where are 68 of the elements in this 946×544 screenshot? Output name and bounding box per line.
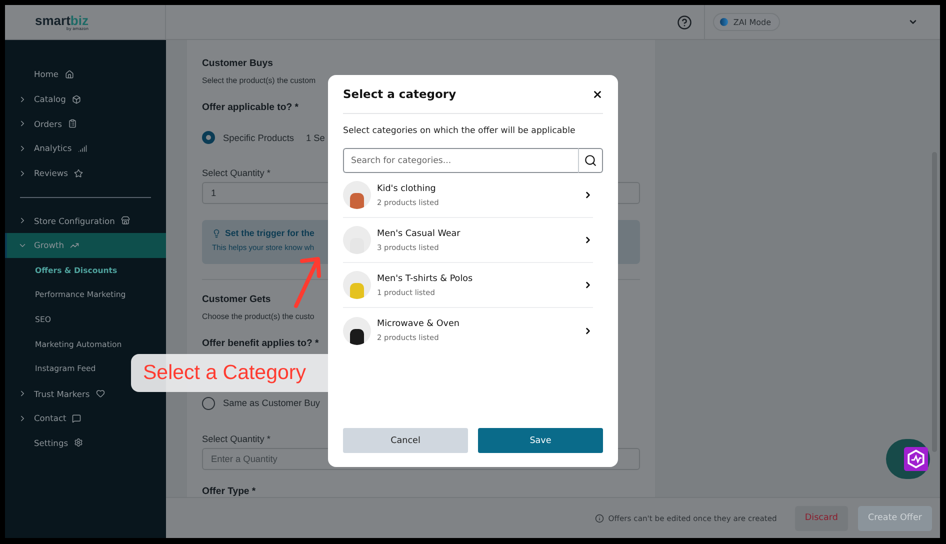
category-name: Kid's clothing xyxy=(377,184,436,194)
dropdown-caret[interactable] xyxy=(908,17,918,27)
radio-label: Same as Customer Buy xyxy=(223,398,320,408)
photo-placeholder xyxy=(343,226,371,254)
arrow xyxy=(292,254,322,310)
category-name: Men's Casual Wear xyxy=(377,228,460,238)
sidebar-item[interactable]: Contact xyxy=(5,406,88,431)
store-icon xyxy=(120,216,130,226)
chevron-right-icon xyxy=(18,94,27,104)
sidebar-item[interactable]: Reviews xyxy=(5,160,89,186)
sidebar-item[interactable]: Store Configuration xyxy=(5,208,136,234)
hexagon-logo-icon xyxy=(904,447,928,471)
chevron-right-icon xyxy=(583,280,593,290)
tip-title: Set the trigger for the xyxy=(225,228,314,238)
sidebar-item[interactable]: Orders xyxy=(5,111,83,136)
radio-button[interactable] xyxy=(202,396,215,410)
clipboard-icon xyxy=(68,119,77,128)
cancel-button[interactable]: Cancel xyxy=(343,428,468,453)
cube-icon xyxy=(72,94,81,104)
section-title: Customer Gets xyxy=(202,294,271,305)
info-icon xyxy=(595,514,604,522)
home-icon xyxy=(64,70,74,79)
category-name: Microwave & Oven xyxy=(377,319,460,329)
chevron-right-icon xyxy=(18,119,27,128)
chevron-right-icon xyxy=(18,389,27,398)
selection-count: 1 Se xyxy=(306,132,325,142)
settings-icon xyxy=(74,438,84,448)
callout-text: Select a Category xyxy=(143,361,306,385)
sidebar-item[interactable]: Growth xyxy=(5,233,166,258)
mode-toggle[interactable]: ZAI Mode xyxy=(713,13,780,31)
radio-label: Specific Products xyxy=(223,132,294,142)
star-icon xyxy=(74,168,83,178)
heart-icon xyxy=(96,389,105,398)
chevron-right-icon xyxy=(18,414,27,423)
photo-placeholder xyxy=(343,316,371,344)
radio-button[interactable] xyxy=(202,131,215,144)
chevron-right-icon xyxy=(583,235,593,245)
field-label: Select Quantity * xyxy=(202,434,270,444)
sidebar-item[interactable]: Trust Markers xyxy=(5,381,111,406)
chat-bubble-icon xyxy=(72,414,82,423)
question-label: Offer benefit applies to? * xyxy=(202,338,319,349)
question-label: Offer applicable to? * xyxy=(202,102,298,113)
bar-chart-icon xyxy=(78,144,87,153)
help-icon[interactable] xyxy=(677,14,692,30)
photo-placeholder xyxy=(343,181,371,209)
search-button[interactable] xyxy=(578,148,603,173)
dialog-subtitle: Select categories on which the offer will be applicable xyxy=(343,126,576,136)
lightbulb-icon xyxy=(212,228,221,238)
chevron-right-icon xyxy=(583,190,593,200)
trend-up-icon xyxy=(70,240,80,250)
sidebar-item[interactable]: Catalog xyxy=(5,86,87,112)
chevron-right-icon xyxy=(18,216,27,226)
chevron-right-icon xyxy=(18,168,27,178)
chevron-right-icon xyxy=(18,144,27,153)
save-button[interactable]: Save xyxy=(478,428,603,453)
chevron-right-icon xyxy=(583,326,593,336)
section-title: Customer Buys xyxy=(202,58,273,69)
field-label: Select Quantity * xyxy=(202,168,270,178)
category-name: Men's T-shirts & Polos xyxy=(377,274,473,284)
search-icon xyxy=(584,154,597,167)
sidebar-item[interactable]: Settings xyxy=(5,430,90,456)
photo-placeholder xyxy=(343,271,371,299)
close-button[interactable] xyxy=(592,88,603,100)
sidebar-item[interactable]: Analytics xyxy=(5,136,93,161)
sidebar-item[interactable]: Home xyxy=(5,62,80,87)
section-title: Offer Type * xyxy=(202,486,256,497)
search-field[interactable]: Search for categories... xyxy=(343,148,578,173)
dialog-title: Select a category xyxy=(343,87,456,101)
